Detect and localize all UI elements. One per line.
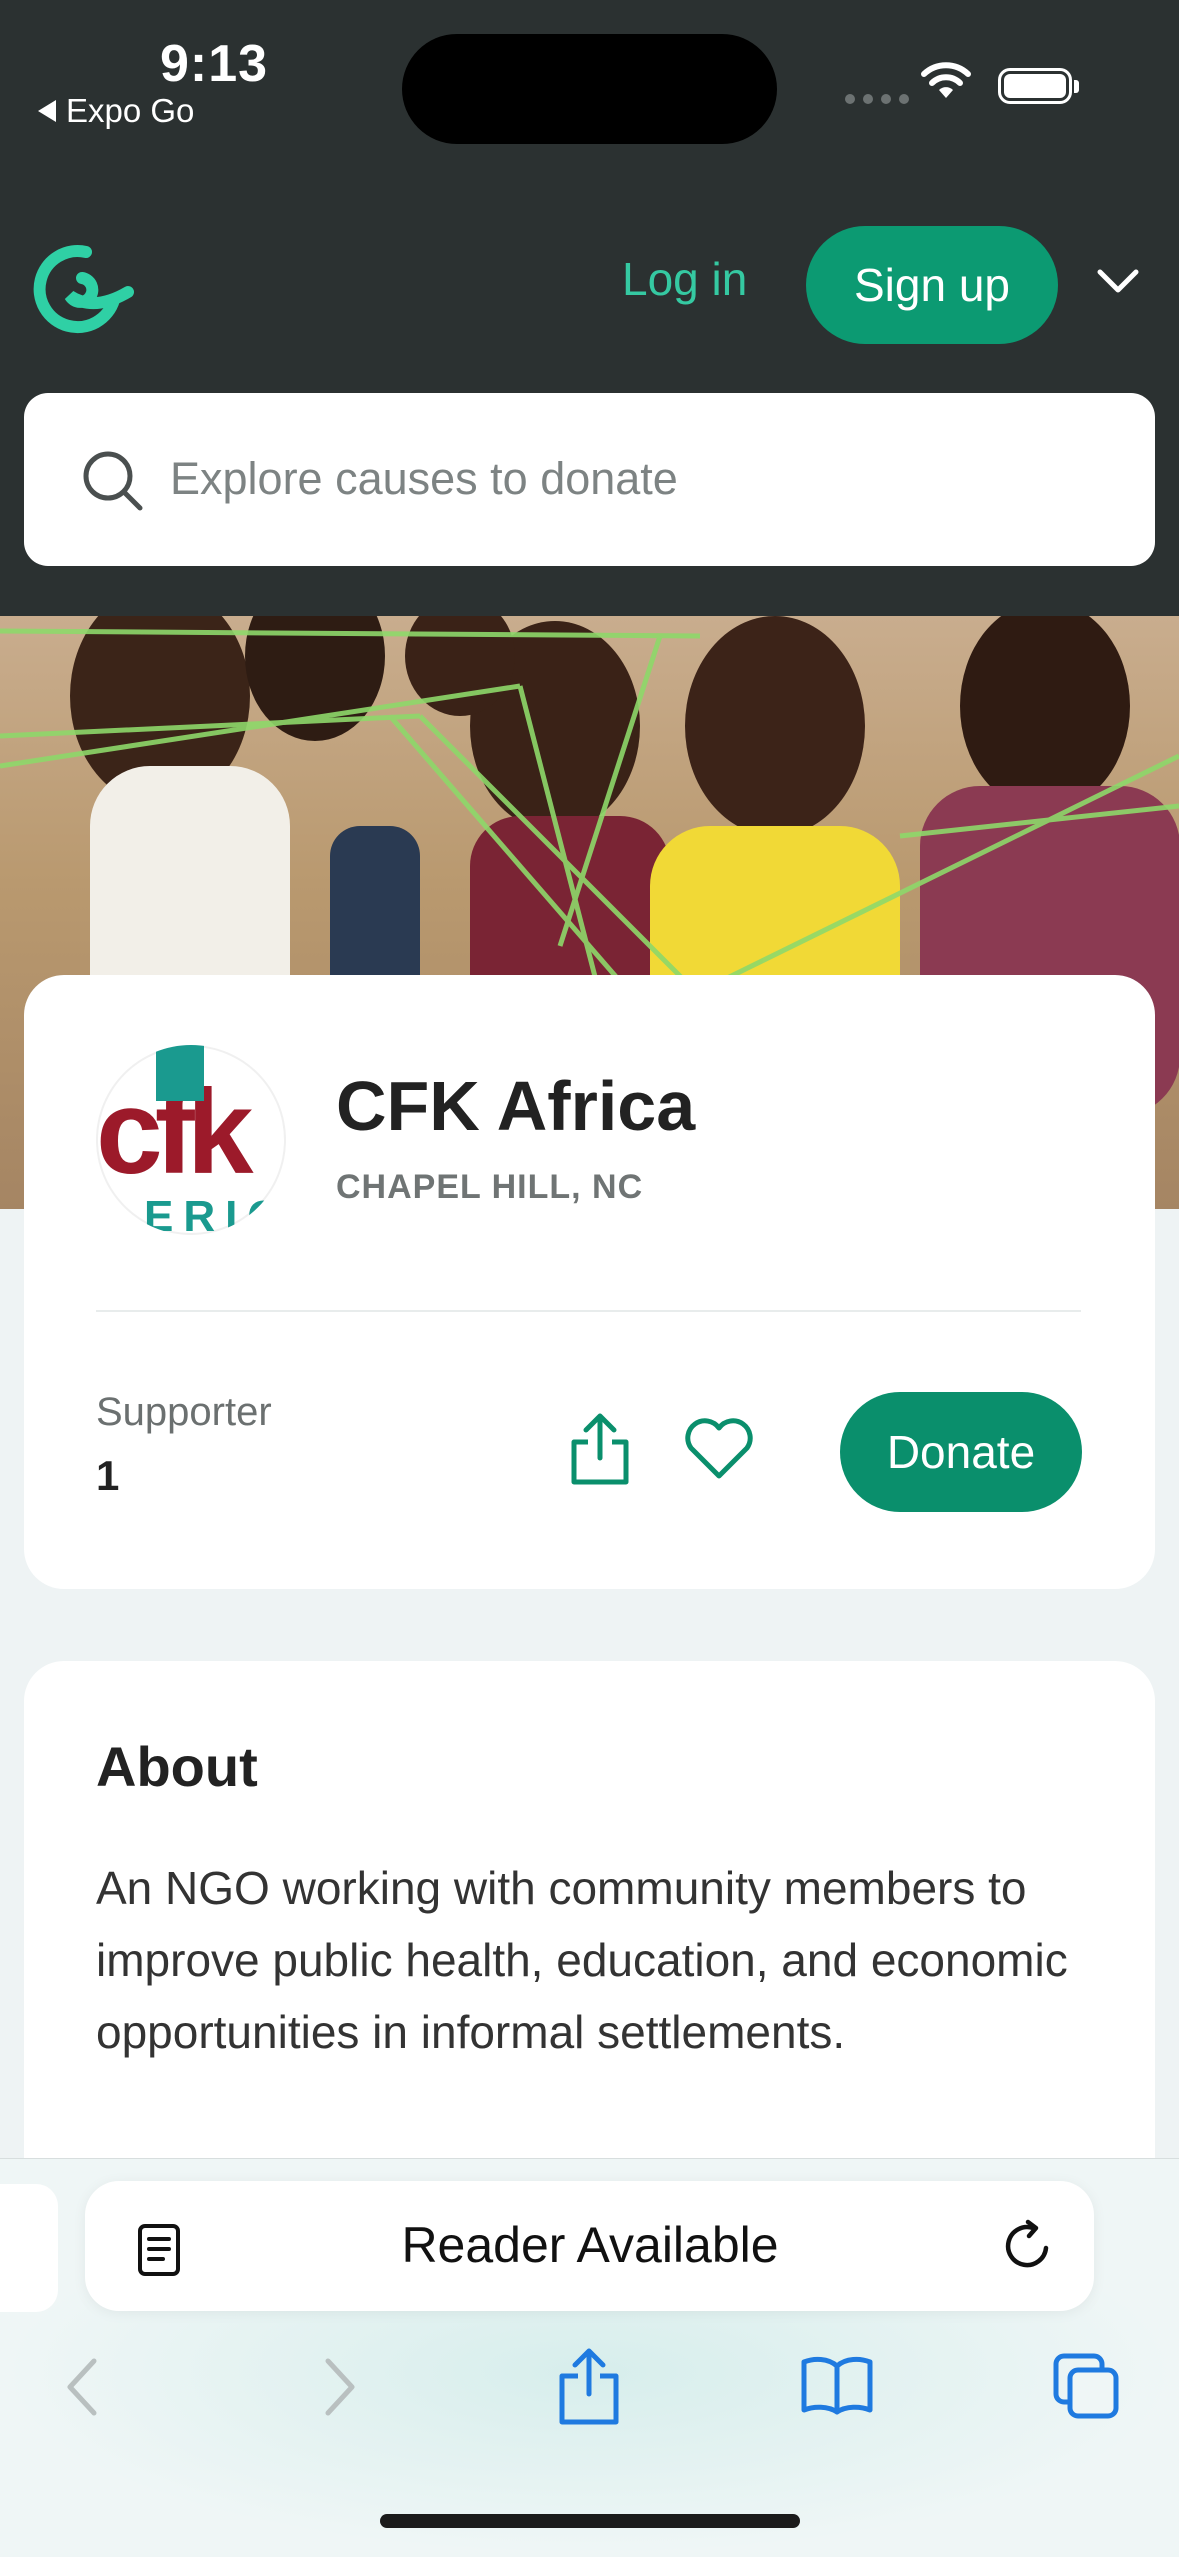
dynamic-island bbox=[402, 34, 777, 144]
supporter-count: 1 bbox=[96, 1452, 120, 1499]
about-text: An NGO working with community members to… bbox=[96, 1862, 1068, 2058]
previous-tab-peek[interactable] bbox=[0, 2184, 58, 2312]
org-logo: cfk ERIC bbox=[96, 1045, 286, 1235]
reader-available-label[interactable]: Reader Available bbox=[300, 2216, 880, 2274]
back-triangle-icon bbox=[38, 100, 56, 122]
org-logo-graphic: cfk ERIC bbox=[96, 1045, 279, 1235]
bookmarks-icon[interactable] bbox=[800, 2354, 874, 2416]
share-page-icon[interactable] bbox=[556, 2346, 622, 2426]
back-app-label: Expo Go bbox=[66, 92, 195, 129]
signup-button[interactable]: Sign up bbox=[806, 226, 1058, 344]
back-arrow-icon[interactable] bbox=[62, 2355, 102, 2419]
reload-icon[interactable] bbox=[1000, 2218, 1056, 2274]
brand-logo-icon[interactable] bbox=[24, 234, 134, 334]
reader-mode-icon[interactable] bbox=[136, 2222, 182, 2278]
wifi-icon bbox=[921, 62, 971, 98]
card-divider bbox=[96, 1310, 1081, 1312]
org-location: CHAPEL HILL, NC bbox=[336, 1168, 644, 1206]
back-to-app-link[interactable]: Expo Go bbox=[38, 92, 194, 130]
share-icon[interactable] bbox=[568, 1412, 632, 1486]
forward-arrow-icon[interactable] bbox=[320, 2355, 360, 2419]
cellular-signal-icon bbox=[845, 94, 909, 104]
tabs-icon[interactable] bbox=[1052, 2352, 1122, 2422]
home-indicator bbox=[380, 2514, 800, 2528]
battery-icon bbox=[998, 68, 1072, 104]
status-time: 9:13 bbox=[160, 35, 269, 93]
chevron-down-icon[interactable] bbox=[1094, 266, 1142, 296]
about-title: About bbox=[96, 1735, 258, 1798]
org-name: CFK Africa bbox=[336, 1067, 696, 1145]
battery-tip bbox=[1074, 80, 1079, 93]
supporter-label: Supporter bbox=[96, 1390, 272, 1434]
donate-button[interactable]: Donate bbox=[840, 1392, 1082, 1512]
search-icon bbox=[83, 451, 143, 511]
search-input[interactable] bbox=[170, 446, 1070, 512]
heart-icon[interactable] bbox=[682, 1418, 756, 1482]
login-link[interactable]: Log in bbox=[622, 252, 747, 306]
